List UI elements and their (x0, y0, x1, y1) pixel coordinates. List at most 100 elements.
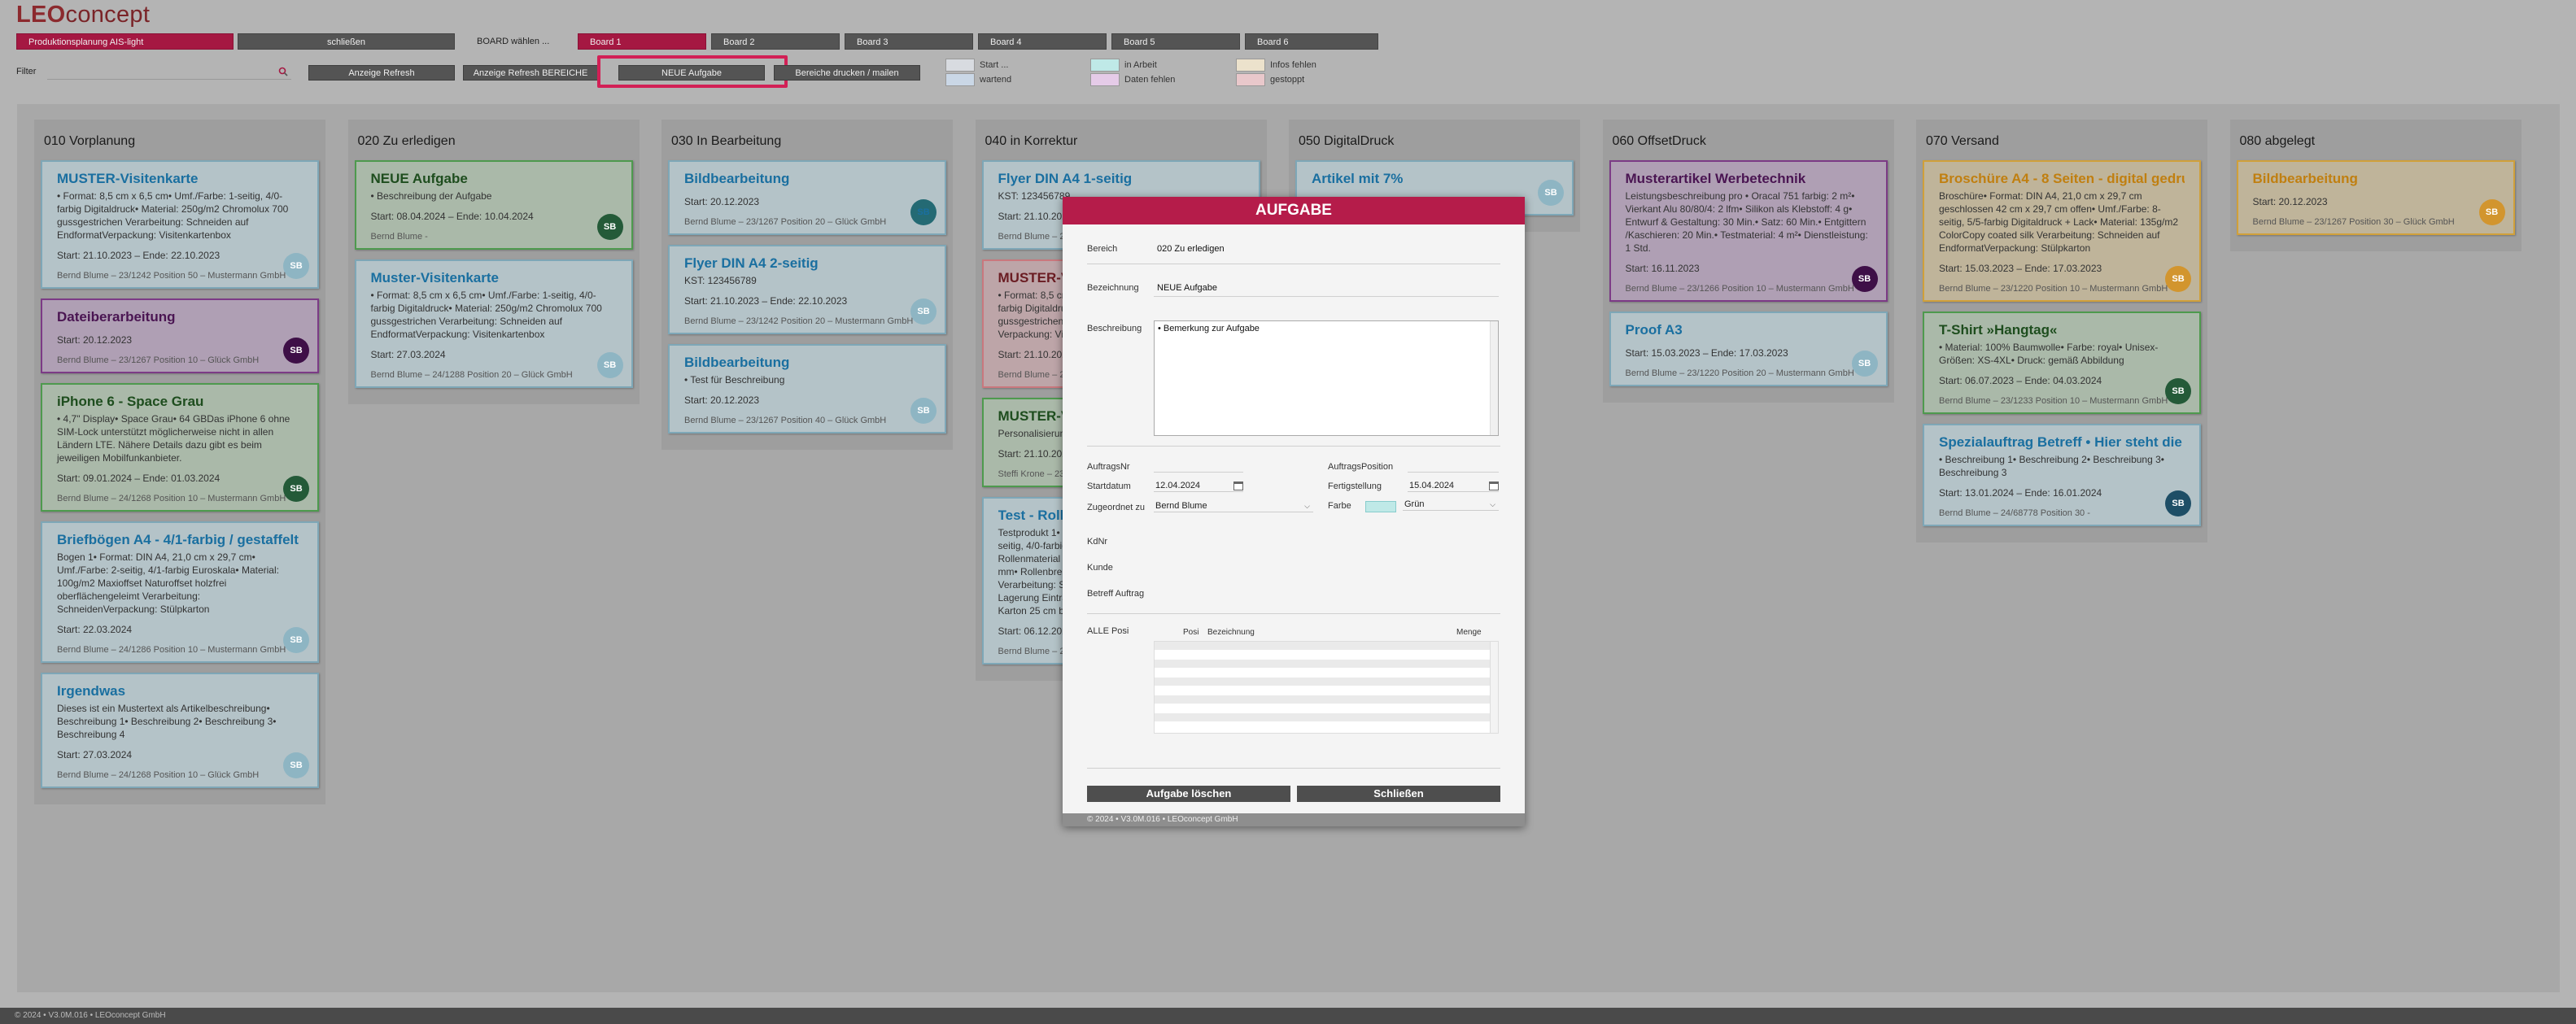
avatar[interactable]: SB (910, 199, 937, 225)
card-title: Musterartikel Werbetechnik (1625, 171, 1806, 186)
card-title: Dateiberarbeitung (57, 309, 176, 325)
card-dates: Start: 20.12.2023 (57, 334, 133, 346)
refresh-button[interactable]: Anzeige Refresh (308, 65, 455, 81)
task-card[interactable]: Bildbearbeitung Start: 20.12.2023 Bernd Bl… (668, 160, 946, 235)
task-card[interactable]: Irgendwas Dieses ist ein Mustertext als A… (41, 673, 319, 788)
new-task-highlight (597, 55, 788, 88)
card-title: iPhone 6 - Space Grau (57, 394, 204, 409)
tab-board-4[interactable]: Board 4 (978, 33, 1107, 50)
task-card[interactable]: Broschüre A4 - 8 Seiten - digital gedruc… (1923, 160, 2201, 302)
separator (1087, 446, 1500, 447)
board-select-label: BOARD wählen ... (477, 37, 550, 46)
column-title: 050 DigitalDruck (1299, 134, 1395, 148)
task-card[interactable]: Bildbearbeitung Start: 20.12.2023 Bernd Bl… (2236, 160, 2515, 235)
card-footer: Bernd Blume – 24/1268 Position 10 – Must… (57, 494, 286, 503)
card-dates: Start: 13.01.2024 – Ende: 16.01.2024 (1939, 487, 2102, 499)
avatar[interactable]: SB (283, 476, 309, 502)
filter-input[interactable] (47, 65, 291, 80)
task-card[interactable]: Spezialauftrag Betreff • Hier steht die … (1923, 424, 2201, 526)
tab-produktionsplanung[interactable]: Produktionsplanung AIS-light (16, 33, 234, 50)
col-bezeichnung: Bezeichnung (1207, 628, 1255, 637)
card-title: NEUE Aufgabe (370, 171, 468, 186)
legend-start: Start ... (945, 59, 1008, 72)
tab-board-2[interactable]: Board 2 (711, 33, 840, 50)
positions-list[interactable] (1154, 641, 1499, 734)
avatar[interactable]: SB (1538, 180, 1564, 206)
avatar[interactable]: SB (596, 352, 623, 378)
avatar[interactable]: SB (2165, 490, 2191, 516)
card-footer: Bernd Blume – 24/1268 Position 10 – Glüc… (57, 770, 260, 780)
tab-board-6[interactable]: Board 6 (1245, 33, 1378, 50)
bereich-value[interactable]: 020 Zu erledigen (1157, 244, 1225, 254)
legend-in-arbeit: in Arbeit (1090, 59, 1157, 72)
close-dialog-button[interactable]: Schließen (1297, 786, 1500, 802)
legend-swatch (1236, 59, 1265, 72)
task-card[interactable]: Proof A3 Start: 15.03.2023 – Ende: 17.03.… (1609, 312, 1888, 386)
avatar[interactable]: SB (910, 298, 937, 325)
bezeichnung-input[interactable]: NEUE Aufgabe (1157, 283, 1217, 293)
avatar[interactable]: SB (2165, 266, 2191, 292)
avatar[interactable]: SB (596, 214, 623, 240)
zugeordnet-select[interactable]: Bernd Blume ⌵ (1154, 499, 1313, 512)
avatar[interactable]: SB (283, 752, 309, 778)
avatar[interactable]: SB (2165, 378, 2191, 404)
auftragsnr-input[interactable] (1154, 472, 1243, 473)
calendar-icon[interactable] (1489, 481, 1499, 490)
avatar[interactable]: SB (2478, 199, 2505, 225)
task-card[interactable]: iPhone 6 - Space Grau • 4,7" Display• Spa… (41, 383, 319, 512)
card-title: MUSTER-Visitenkarte (57, 171, 199, 186)
avatar[interactable]: SB (910, 398, 937, 424)
dialog-footer: © 2024 • V3.0M.016 • LEOconcept GmbH (1063, 813, 1525, 826)
task-card[interactable]: Briefbögen A4 - 4/1-farbig / gestaffelt B… (41, 521, 319, 663)
task-card[interactable]: Flyer DIN A4 2-seitig KST: 123456789 Start… (668, 245, 946, 334)
card-description: Bogen 1• Format: DIN A4, 21,0 cm x 29,7 … (57, 551, 279, 615)
col-menge: Menge (1456, 628, 1482, 637)
refresh-areas-button[interactable]: Anzeige Refresh BEREICHE (463, 65, 598, 81)
filter-clear-icon[interactable] (278, 67, 288, 76)
card-footer: Bernd Blume - (370, 232, 428, 242)
beschreibung-textarea[interactable]: • Bemerkung zur Aufgabe (1154, 320, 1499, 436)
task-card[interactable]: Bildbearbeitung • Test für Beschreibung St… (668, 344, 946, 434)
task-card[interactable]: NEUE Aufgabe • Beschreibung der Aufgabe St… (354, 160, 633, 250)
farbe-label: Farbe (1328, 501, 1351, 511)
avatar[interactable]: SB (1851, 351, 1878, 377)
task-card[interactable]: Musterartikel Werbetechnik Leistungsbesch… (1609, 160, 1888, 302)
list-scrollbar[interactable] (1490, 642, 1498, 733)
chevron-down-icon: ⌵ (1304, 502, 1310, 510)
card-dates: Start: 20.12.2023 (684, 196, 760, 207)
task-card[interactable]: T-Shirt »Hangtag« • Material: 100% Baumwo… (1923, 312, 2201, 414)
card-dates: Start: 16.11.2023 (1625, 263, 1700, 274)
card-title: Flyer DIN A4 1-seitig (998, 171, 1133, 186)
card-title: Bildbearbeitung (684, 171, 790, 186)
tab-schliessen[interactable]: schließen (238, 33, 455, 50)
card-dates: Start: 27.03.2024 (57, 749, 133, 760)
task-card[interactable]: Muster-Visitenkarte • Format: 8,5 cm x 6,… (354, 259, 633, 388)
card-footer: Bernd Blume – 24/1286 Position 10 – Must… (57, 645, 286, 655)
avatar[interactable]: SB (1851, 266, 1878, 292)
avatar[interactable]: SB (283, 338, 309, 364)
column-title: 030 In Bearbeitung (671, 134, 782, 148)
auftragsposition-input[interactable] (1408, 472, 1499, 473)
textarea-scrollbar[interactable] (1490, 321, 1498, 435)
column-title: 060 OffsetDruck (1612, 134, 1706, 148)
column: 020 Zu erledigen NEUE Aufgabe • Beschreibu… (347, 120, 640, 404)
task-card[interactable]: MUSTER-Visitenkarte • Format: 8,5 cm x 6,… (41, 160, 319, 289)
column: 080 abgelegt Bildbearbeitung Start: 20.12.… (2229, 120, 2521, 251)
fertigstellung-input[interactable]: 15.04.2024 (1408, 479, 1499, 492)
avatar[interactable]: SB (283, 253, 309, 279)
filter-label: Filter (16, 67, 37, 76)
delete-task-button[interactable]: Aufgabe löschen (1087, 786, 1290, 802)
startdatum-input[interactable]: 12.04.2024 (1154, 479, 1243, 492)
card-dates: Start: 09.01.2024 – Ende: 01.03.2024 (57, 473, 220, 484)
card-description: Dieses ist ein Mustertext als Artikelbes… (57, 703, 277, 740)
farbe-select[interactable]: Grün ⌵ (1403, 498, 1499, 511)
tab-board-5[interactable]: Board 5 (1111, 33, 1240, 50)
avatar[interactable]: SB (283, 627, 309, 653)
calendar-icon[interactable] (1233, 481, 1243, 490)
task-card[interactable]: Dateiberarbeitung Start: 20.12.2023 Bernd … (41, 298, 319, 373)
card-footer: Bernd Blume – 23/1233 Position 10 – Must… (1939, 396, 2168, 406)
beschreibung-label: Beschreibung (1087, 324, 1142, 333)
tab-board-3[interactable]: Board 3 (845, 33, 973, 50)
tab-board-1[interactable]: Board 1 (578, 33, 706, 50)
print-areas-button[interactable]: Bereiche drucken / mailen (774, 65, 920, 81)
